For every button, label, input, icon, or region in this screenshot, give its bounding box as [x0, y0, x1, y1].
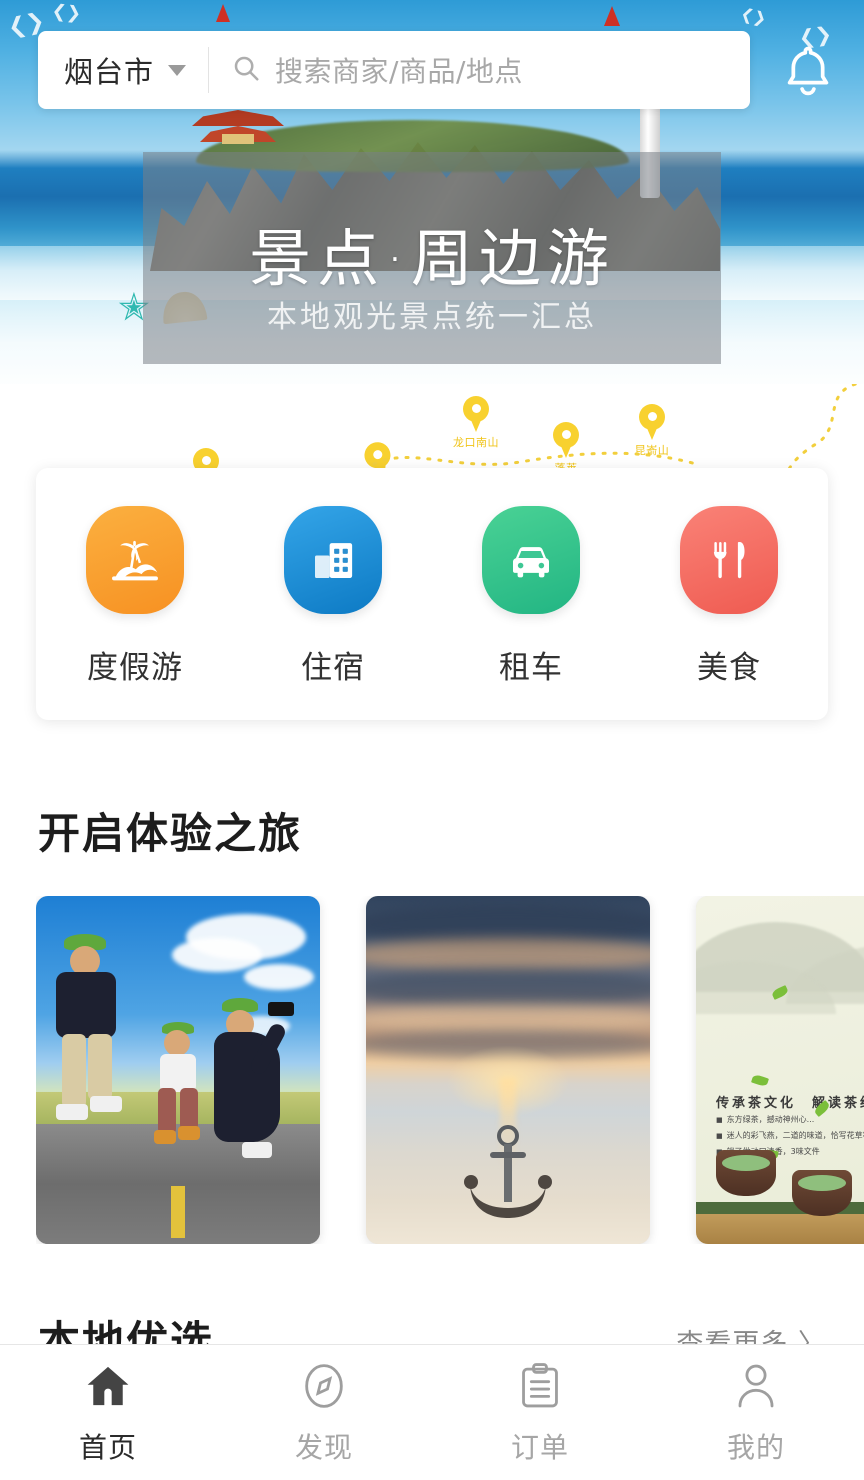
category-label: 度假游: [87, 650, 183, 686]
category-item-carrental[interactable]: 租车: [446, 506, 616, 687]
bell-icon: [776, 46, 840, 108]
banner-subtitle: 本地观光景点统一汇总: [267, 300, 597, 335]
experience-card-tea[interactable]: 茶 传承茶文化 解读茶经济 东方绿茶，撼动神州心... 迷人的彩飞燕，二道的味道…: [696, 896, 864, 1244]
map-pin-icon[interactable]: 昆嵛山: [635, 404, 669, 457]
category-label: 租车: [499, 650, 563, 686]
map-pin-icon[interactable]: 龙口南山: [453, 396, 499, 449]
category-item-food[interactable]: 美食: [644, 506, 814, 687]
nav-label: 订单: [510, 1430, 569, 1464]
family-jumping-road-photo: [36, 896, 320, 1244]
anchor-object: [462, 1124, 554, 1220]
car-icon: [482, 506, 580, 614]
experience-card-anchor[interactable]: [366, 896, 650, 1244]
compass-icon: [298, 1360, 350, 1416]
app-root: ❮❯ ❮❯ ❮❯ ❮❯ ✭ 景点·周边游 本地观光景点统一汇总 烟台市 搜索商家…: [0, 0, 864, 1480]
notification-bell-button[interactable]: [776, 40, 840, 104]
category-item-lodging[interactable]: 住宿: [248, 506, 418, 687]
cutlery-icon: [680, 506, 778, 614]
banner-overlay[interactable]: 景点·周边游 本地观光景点统一汇总: [143, 152, 721, 364]
search-input[interactable]: 搜索商家/商品/地点: [209, 31, 750, 109]
nav-item-discover[interactable]: 发现: [216, 1345, 432, 1480]
category-item-vacation[interactable]: 度假游: [50, 506, 220, 687]
nav-label: 首页: [78, 1430, 137, 1464]
dotted-route-path: [372, 451, 698, 466]
building-icon: [284, 506, 382, 614]
category-shortcut-card: 度假游 住宿 租车 美食: [36, 468, 828, 720]
home-icon: [82, 1360, 134, 1416]
nav-item-home[interactable]: 首页: [0, 1345, 216, 1480]
tea-poster-bullet: 东方绿茶，撼动神州心...: [716, 1114, 864, 1125]
nav-label: 我的: [726, 1430, 785, 1464]
bottom-navigation-bar: 首页 发现 订单 我的: [0, 1344, 864, 1480]
kite-icon: [216, 4, 230, 22]
category-label: 美食: [697, 650, 761, 686]
section-title-experience: 开启体验之旅: [38, 809, 303, 858]
chevron-down-icon: [168, 64, 187, 76]
search-icon: [231, 53, 261, 87]
category-label: 住宿: [301, 650, 365, 686]
sunset-anchor-beach-photo: [366, 896, 650, 1244]
search-bar: 烟台市 搜索商家/商品/地点: [38, 31, 750, 109]
seagull-icon: ❮❯: [50, 1, 83, 25]
tea-poster-headline: 传承茶文化 解读茶经济: [716, 1096, 864, 1111]
tea-culture-poster: 茶 传承茶文化 解读茶经济 东方绿茶，撼动神州心... 迷人的彩飞燕，二道的味道…: [696, 896, 864, 1244]
experience-card-family[interactable]: [36, 896, 320, 1244]
search-placeholder-text: 搜索商家/商品/地点: [275, 55, 523, 88]
nav-item-orders[interactable]: 订单: [432, 1345, 648, 1480]
clipboard-icon: [514, 1360, 566, 1416]
person-icon: [730, 1360, 782, 1416]
banner-title: 景点·周边游: [249, 222, 615, 295]
kite-icon: [604, 6, 620, 26]
palm-tree-icon: [86, 506, 184, 614]
experience-card-carousel[interactable]: 茶 传承茶文化 解读茶经济 东方绿茶，撼动神州心... 迷人的彩飞燕，二道的味道…: [36, 896, 864, 1244]
nav-item-profile[interactable]: 我的: [648, 1345, 864, 1480]
city-selector[interactable]: 烟台市: [38, 47, 210, 93]
tea-poster-bullet: 迷人的彩飞燕，二道的味道，恰写花草等陪茶私，: [716, 1130, 864, 1141]
city-name-label: 烟台市: [64, 55, 155, 89]
nav-label: 发现: [294, 1430, 353, 1464]
